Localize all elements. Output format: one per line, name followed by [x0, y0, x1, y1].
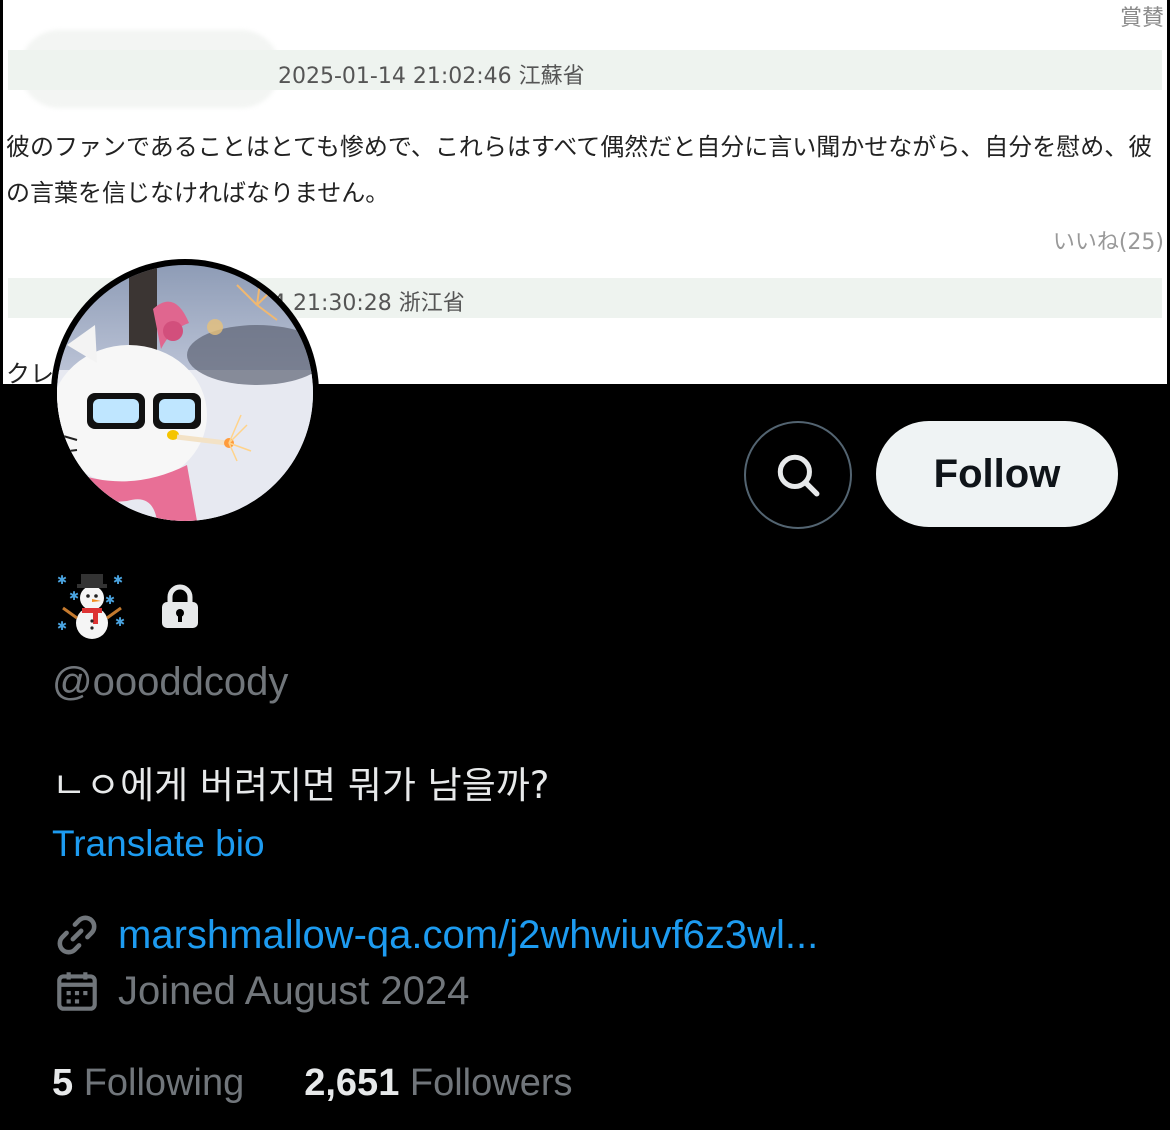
avatar-image	[57, 265, 313, 521]
link-icon	[57, 915, 97, 955]
bio: ㄴㅇ에게 버려지면 뭐가 남을까?	[52, 764, 550, 807]
svg-text:✱: ✱	[105, 593, 115, 607]
comment-text: 彼のファンであることはとても惨めで、これらはすべて偶然だと自分に言い聞かせながら…	[6, 133, 1153, 207]
following-count: 5	[52, 1062, 74, 1104]
svg-text:✱: ✱	[69, 589, 79, 603]
lock-icon	[162, 584, 198, 628]
svg-text:✱: ✱	[115, 615, 125, 629]
profile-link[interactable]: marshmallow-qa.com/j2whwiuvf6z3wl...	[52, 910, 818, 960]
comment-likes: いいね(25)	[1052, 230, 1164, 255]
profile-link-text[interactable]: marshmallow-qa.com/j2whwiuvf6z3wl...	[118, 913, 818, 958]
comment-meta-bar	[8, 50, 1162, 90]
following-label: Following	[83, 1062, 245, 1104]
joined-date: Joined August 2024	[52, 966, 469, 1016]
snowman-icon: ✱ ✱ ✱ ✱ ✱ ✱	[57, 573, 125, 639]
svg-text:✱: ✱	[57, 573, 67, 587]
search-icon	[777, 454, 820, 497]
display-name: ✱ ✱ ✱ ✱ ✱ ✱	[55, 572, 201, 642]
translate-bio-link[interactable]: Translate bio	[52, 823, 265, 865]
banner-edge	[0, 0, 3, 384]
followers-label: Followers	[409, 1062, 573, 1104]
banner-corner-label: 賞賛	[1119, 6, 1164, 31]
follow-button[interactable]: Follow	[876, 421, 1118, 527]
following-stat[interactable]: 5 Following	[52, 1062, 244, 1105]
followers-count: 2,651	[304, 1062, 400, 1104]
svg-text:✱: ✱	[113, 573, 123, 587]
followers-stat[interactable]: 2,651 Followers	[304, 1062, 572, 1105]
comment-meta: 4 21:30:28 浙江省	[272, 291, 465, 316]
calendar-icon	[57, 972, 97, 1011]
comment-text: クレ	[6, 360, 54, 384]
avatar[interactable]	[51, 259, 319, 527]
joined-text: Joined August 2024	[118, 968, 470, 1013]
handle: @oooddcody	[52, 660, 289, 704]
search-button[interactable]	[744, 421, 852, 529]
svg-text:✱: ✱	[57, 619, 67, 633]
comment-meta: 2025-01-14 21:02:46 江蘇省	[278, 64, 585, 89]
profile-stats: 5 Following 2,651 Followers	[52, 1062, 573, 1105]
